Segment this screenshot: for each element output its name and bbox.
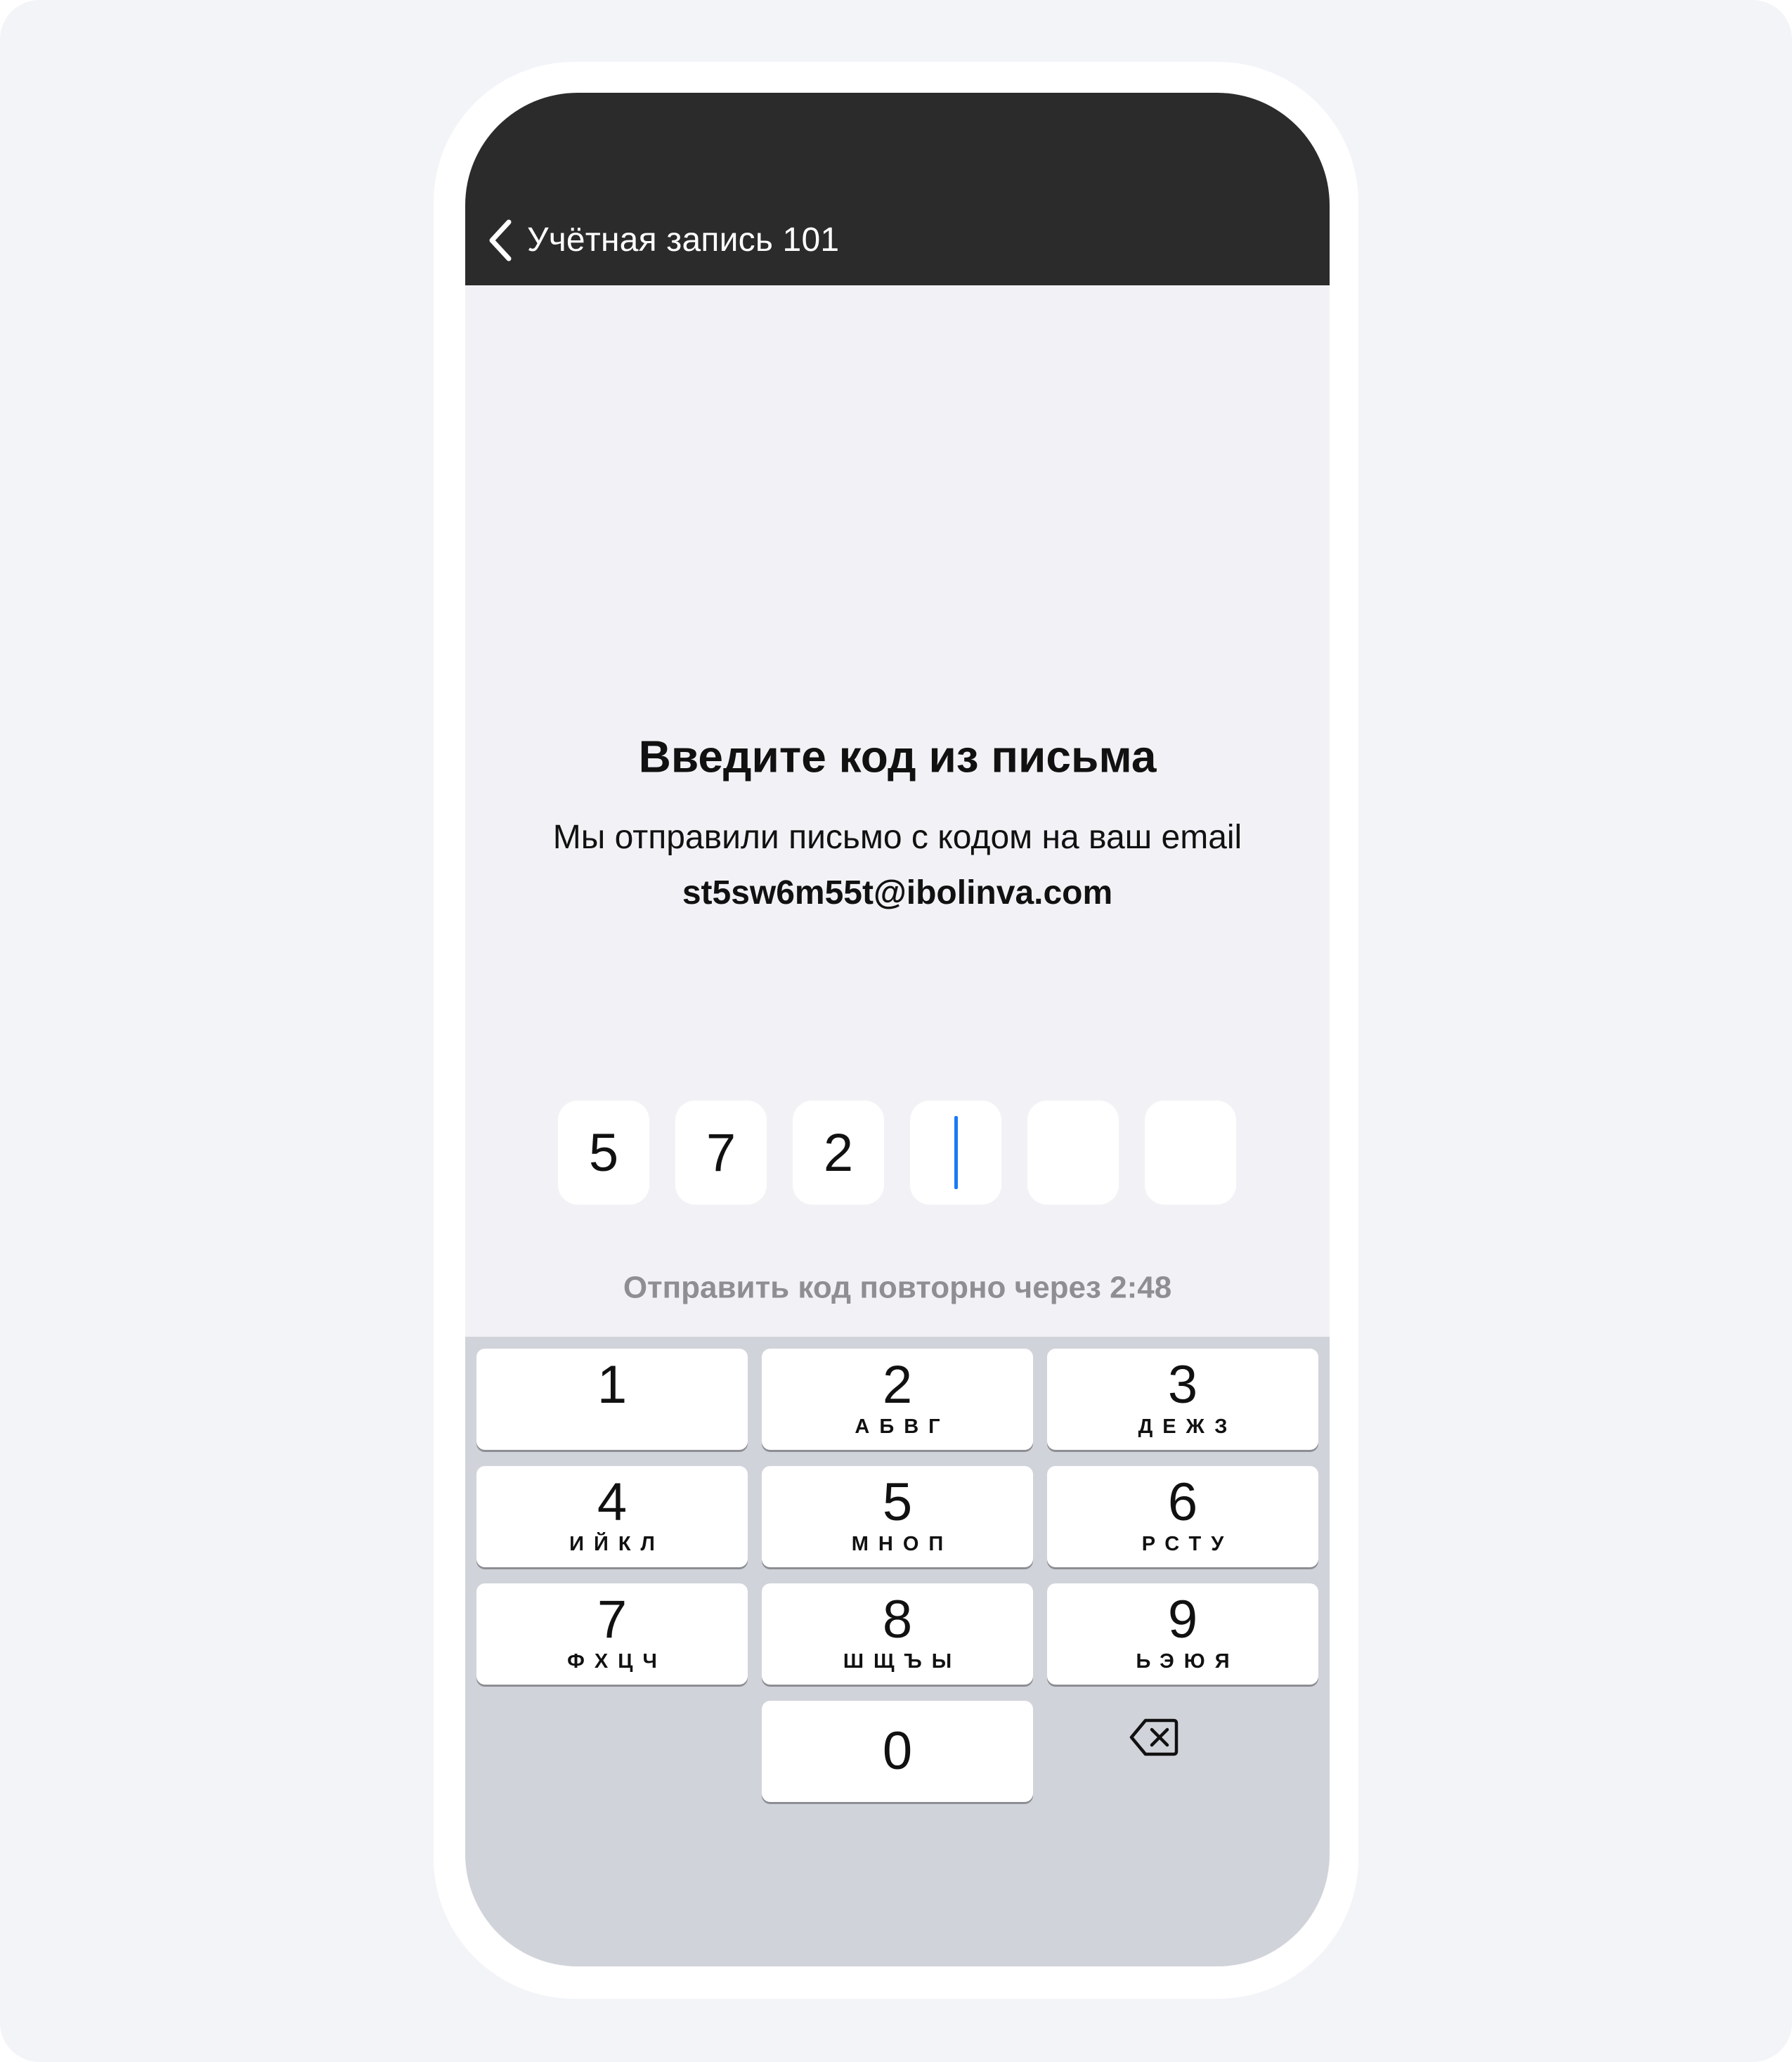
key-digit: 1 [597, 1355, 628, 1415]
navigation-bar: Учётная запись 101 [465, 93, 1330, 285]
resend-countdown: Отправить код повторно через 2:48 [623, 1270, 1172, 1305]
key-digit: 3 [1167, 1355, 1198, 1415]
key-letters: ДЕЖЗ [1138, 1415, 1238, 1438]
key-letters: РСТУ [1141, 1533, 1234, 1555]
key-letters: ЬЭЮЯ [1136, 1650, 1240, 1673]
key-digit: 4 [597, 1472, 628, 1532]
key-digit: 0 [882, 1721, 913, 1781]
key-7[interactable]: 7 ФХЦЧ [476, 1583, 748, 1685]
text-caret [954, 1116, 958, 1189]
key-digit: 6 [1167, 1472, 1198, 1532]
back-button[interactable]: Учётная запись 101 [486, 205, 839, 275]
code-input-group: 5 7 2 [558, 1101, 1236, 1205]
code-digit-field[interactable]: 5 [558, 1101, 649, 1205]
key-digit: 8 [882, 1590, 913, 1649]
key-letters: ШЩЪЫ [843, 1650, 962, 1673]
key-4[interactable]: 4 ИЙКЛ [476, 1466, 748, 1567]
key-5[interactable]: 5 МНОП [762, 1466, 1033, 1567]
key-8[interactable]: 8 ШЩЪЫ [762, 1583, 1033, 1685]
key-digit: 7 [597, 1590, 628, 1649]
delete-key[interactable] [1112, 1702, 1196, 1772]
key-letters: ФХЦЧ [567, 1650, 667, 1673]
code-digit-field[interactable]: 7 [675, 1101, 767, 1205]
backspace-icon [1129, 1718, 1179, 1756]
key-letters: МНОП [851, 1533, 954, 1555]
key-letters: ИЙКЛ [569, 1533, 665, 1555]
key-9[interactable]: 9 ЬЭЮЯ [1047, 1583, 1318, 1685]
email-address: st5sw6m55t@ibolinva.com [682, 874, 1113, 912]
key-3[interactable]: 3 ДЕЖЗ [1047, 1349, 1318, 1450]
key-0[interactable]: 0 [762, 1701, 1033, 1802]
key-digit: 9 [1167, 1590, 1198, 1649]
key-letters: АБВГ [855, 1415, 950, 1438]
key-digit: 5 [882, 1472, 913, 1532]
back-button-label: Учётная запись 101 [527, 221, 840, 259]
code-digit-field[interactable] [1027, 1101, 1119, 1205]
key-digit: 2 [882, 1355, 913, 1415]
key-6[interactable]: 6 РСТУ [1047, 1466, 1318, 1567]
chevron-left-icon [489, 219, 512, 261]
instruction-text: Мы отправили письмо с кодом на ваш email [552, 819, 1242, 857]
code-digit-field-active[interactable] [910, 1101, 1001, 1205]
code-digit-field[interactable] [1145, 1101, 1236, 1205]
phone-screen: Учётная запись 101 Введите код из письма… [465, 93, 1330, 1966]
key-1[interactable]: 1 [476, 1349, 748, 1450]
code-digit-field[interactable]: 2 [793, 1101, 884, 1205]
key-2[interactable]: 2 АБВГ [762, 1349, 1033, 1450]
page-background: Учётная запись 101 Введите код из письма… [0, 0, 1792, 2062]
page-title: Введите код из письма [638, 731, 1157, 782]
numeric-keyboard: 1 2 АБВГ 3 ДЕЖЗ 4 ИЙКЛ 5 МНОП 6 РСТУ 7 Ф… [465, 1337, 1330, 1966]
